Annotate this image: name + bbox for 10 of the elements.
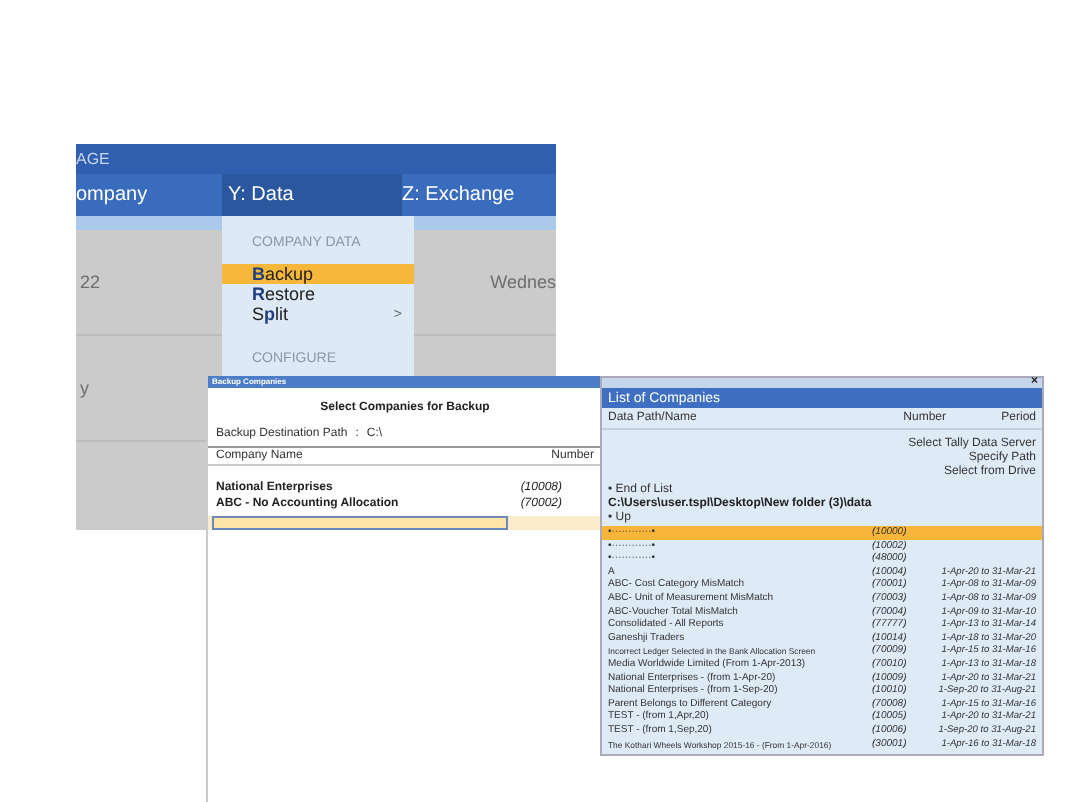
app-title: AGE: [76, 150, 110, 168]
input-field[interactable]: [212, 516, 508, 530]
background-text: Wednes: [490, 272, 556, 292]
menu-option[interactable]: Backup: [222, 264, 414, 284]
menu-item[interactable]: ompany: [76, 174, 222, 216]
menu-item[interactable]: Y: Data: [222, 174, 402, 216]
background-text: y: [80, 378, 89, 398]
background-text: 22: [80, 272, 101, 292]
menu-option[interactable]: Restore: [222, 284, 414, 304]
menu-item[interactable]: Z: Exchange: [402, 174, 556, 216]
